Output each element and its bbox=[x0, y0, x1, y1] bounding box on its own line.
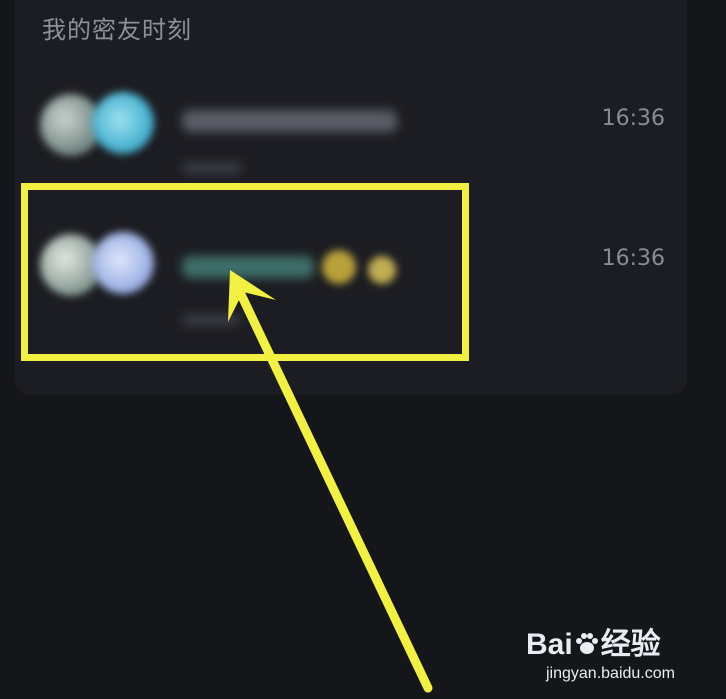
section-title: 我的密友时刻 bbox=[42, 16, 192, 44]
blurred-subtext bbox=[182, 162, 242, 174]
moment-row[interactable]: 16:36 bbox=[30, 70, 670, 190]
watermark-site: jingyan.baidu.com bbox=[546, 665, 675, 682]
avatar-group bbox=[40, 90, 170, 160]
paw-icon bbox=[575, 633, 598, 654]
avatar bbox=[92, 92, 154, 154]
moment-time: 16:36 bbox=[601, 246, 665, 271]
watermark-brand-right: 经验 bbox=[600, 628, 661, 661]
moment-time: 16:36 bbox=[601, 106, 665, 131]
watermark: Bai 经验 jingyan.baidu.com bbox=[526, 619, 706, 689]
blurred-name bbox=[182, 110, 397, 132]
screen: 我的密友时刻 16:36 16:36 Bai 经验 jingyan.baidu.… bbox=[0, 0, 726, 699]
highlight-box bbox=[21, 183, 469, 361]
watermark-logo: Bai 经验 bbox=[526, 619, 661, 663]
watermark-brand-left: Bai bbox=[526, 628, 573, 661]
